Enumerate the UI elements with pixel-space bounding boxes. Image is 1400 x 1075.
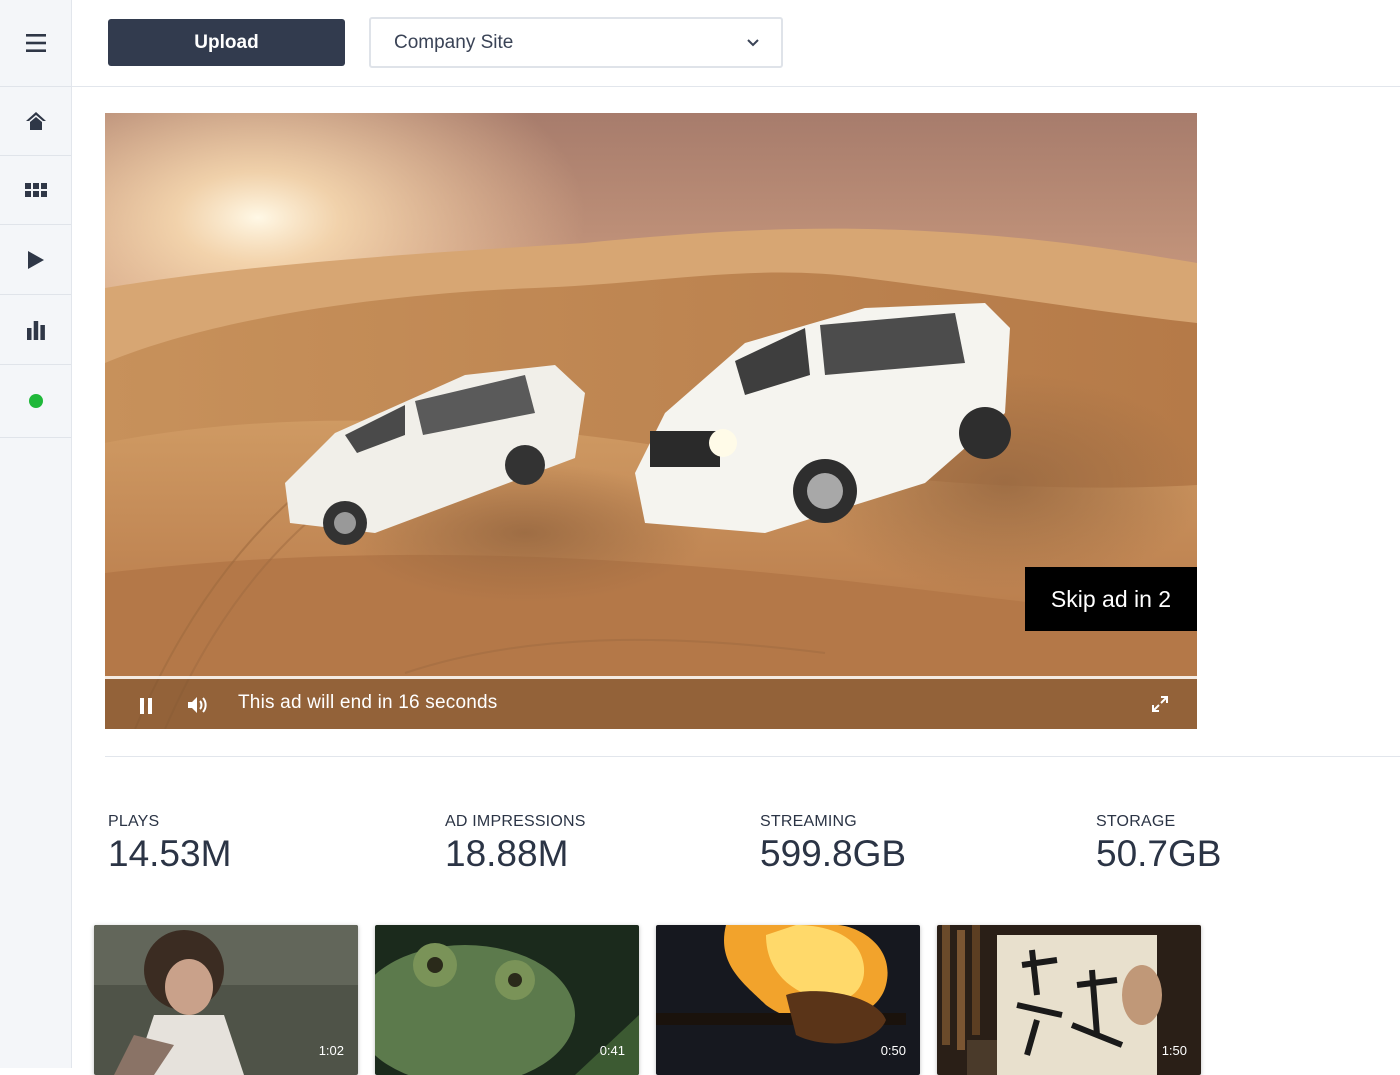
menu-icon bbox=[25, 34, 46, 52]
grid-icon bbox=[24, 183, 47, 197]
thumbnail-duration: 0:50 bbox=[880, 1043, 906, 1058]
sidebar-item-player[interactable] bbox=[0, 225, 71, 295]
site-select-value: Company Site bbox=[394, 31, 514, 53]
sidebar-item-status[interactable] bbox=[0, 365, 71, 438]
home-icon bbox=[25, 112, 46, 130]
volume-button[interactable] bbox=[185, 693, 209, 717]
stat-value: 50.7GB bbox=[1096, 833, 1222, 874]
topbar: Upload Company Site bbox=[72, 0, 1400, 87]
thumbnail-duration: 1:50 bbox=[1161, 1043, 1187, 1058]
thumbnail-duration: 1:02 bbox=[318, 1043, 344, 1058]
status-dot bbox=[28, 394, 43, 408]
video-player[interactable]: Skip ad in 2 This ad will end in 16 seco… bbox=[105, 113, 1197, 729]
upload-button[interactable]: Upload bbox=[108, 19, 345, 66]
stat-value: 14.53M bbox=[108, 833, 232, 874]
sidebar-item-home[interactable] bbox=[0, 87, 71, 156]
video-thumbnail-calligraphy[interactable]: 1:50 bbox=[937, 925, 1201, 1075]
video-thumbnail-artisan[interactable]: 1:02 bbox=[94, 925, 358, 1075]
sidebar-item-library[interactable] bbox=[0, 156, 71, 225]
volume-icon bbox=[188, 697, 207, 713]
video-frame-desert bbox=[105, 113, 1197, 729]
thumbnail-duration: 0:41 bbox=[599, 1043, 625, 1058]
video-thumbnail-chameleon[interactable]: 0:41 bbox=[375, 925, 639, 1075]
fullscreen-icon bbox=[1152, 696, 1168, 712]
video-thumbnail-fire[interactable]: 0:50 bbox=[656, 925, 920, 1075]
bar-chart-icon bbox=[26, 320, 45, 340]
site-select[interactable]: Company Site bbox=[369, 17, 783, 68]
ad-countdown-text: This ad will end in 16 seconds bbox=[238, 692, 498, 713]
stat-value: 18.88M bbox=[445, 833, 569, 874]
stat-label: STORAGE bbox=[1096, 813, 1176, 830]
chevron-down-icon bbox=[747, 38, 759, 46]
pause-icon bbox=[140, 698, 152, 714]
stat-ad-impressions: AD IMPRESSIONS 18.88M bbox=[445, 813, 586, 875]
menu-button[interactable] bbox=[0, 0, 71, 87]
skip-ad-button[interactable]: Skip ad in 2 bbox=[1025, 567, 1197, 631]
stat-streaming: STREAMING 599.8GB bbox=[760, 813, 906, 875]
stat-label: STREAMING bbox=[760, 813, 857, 830]
stat-value: 599.8GB bbox=[760, 833, 907, 874]
play-icon bbox=[27, 250, 44, 269]
pause-button[interactable] bbox=[135, 696, 157, 716]
stat-plays: PLAYS 14.53M bbox=[108, 813, 231, 875]
stat-label: PLAYS bbox=[108, 813, 160, 830]
sidebar-item-analytics[interactable] bbox=[0, 295, 71, 365]
stat-label: AD IMPRESSIONS bbox=[445, 813, 586, 830]
sidebar bbox=[0, 0, 72, 1068]
player-controls: This ad will end in 16 seconds bbox=[105, 679, 1197, 729]
section-divider bbox=[105, 756, 1400, 757]
fullscreen-button[interactable] bbox=[1150, 694, 1170, 714]
stat-storage: STORAGE 50.7GB bbox=[1096, 813, 1221, 875]
